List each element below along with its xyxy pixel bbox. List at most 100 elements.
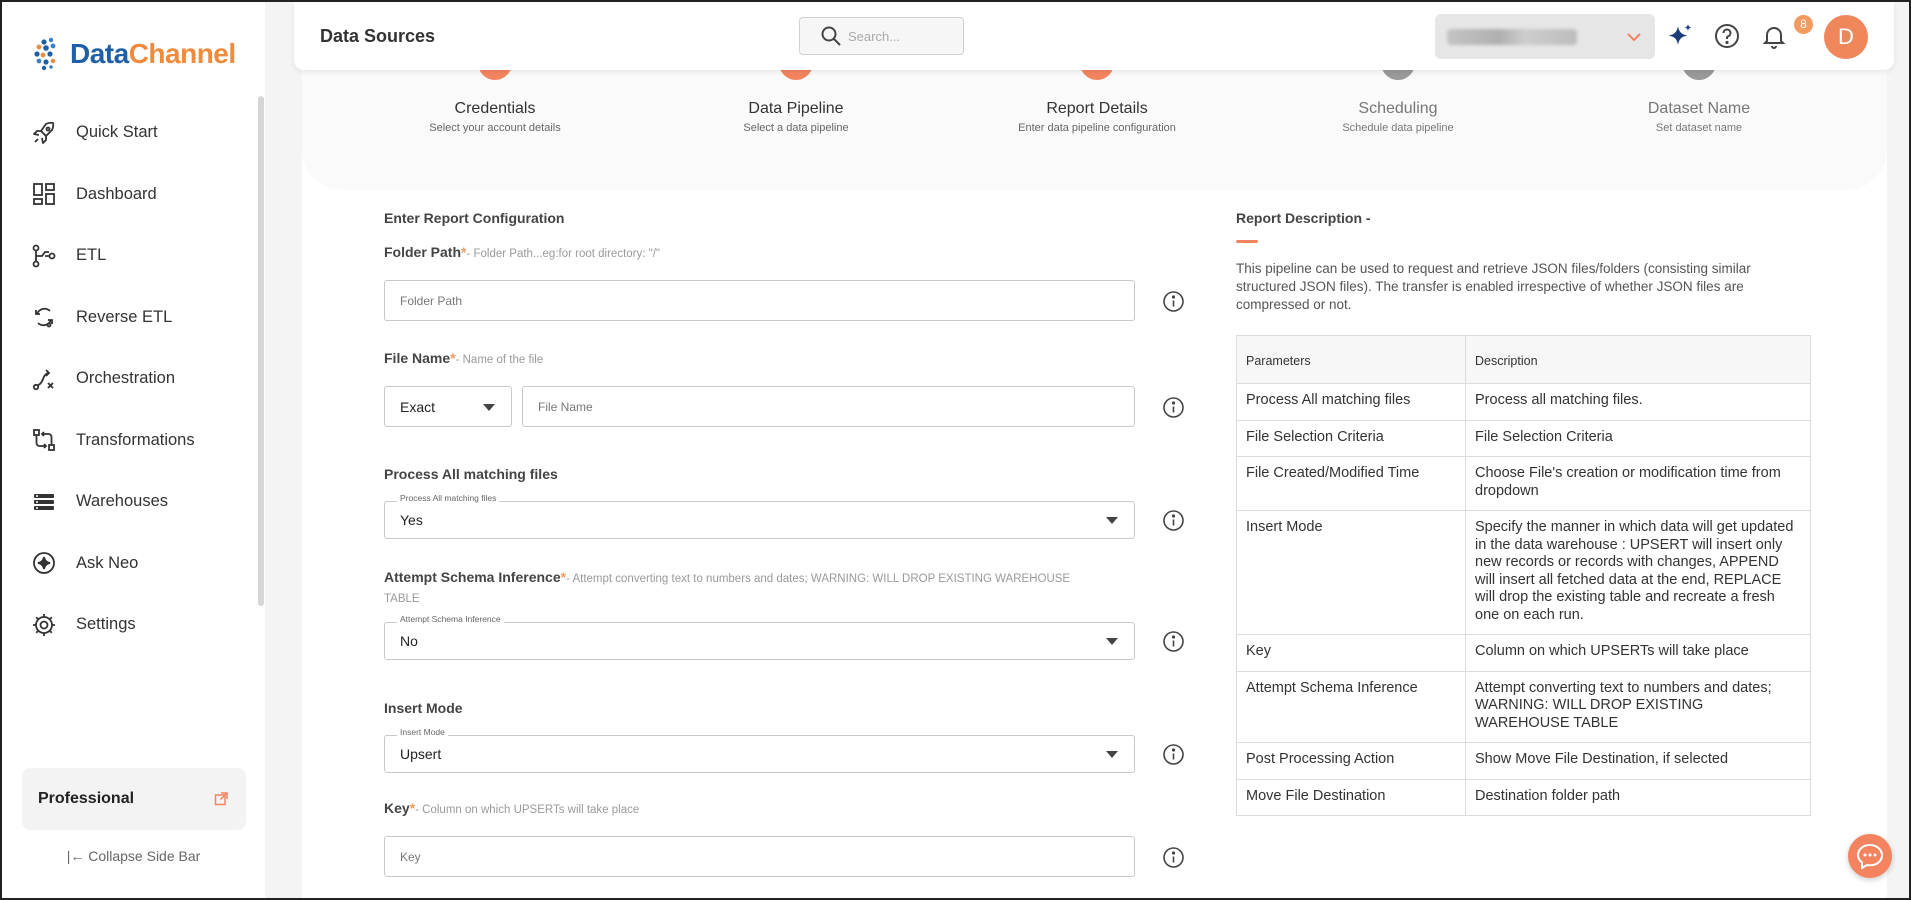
insert-mode-select[interactable]: Insert Mode Upsert (384, 727, 1135, 773)
label-text: Folder Path (384, 244, 462, 260)
sidebar-item-settings[interactable]: Settings (2, 594, 257, 656)
sidebar-item-label: Dashboard (76, 184, 157, 203)
rocket-icon (33, 121, 55, 144)
sidebar-item-label: Orchestration (76, 369, 176, 388)
param-cell: Key (1236, 634, 1466, 672)
select-value: Yes (400, 512, 423, 528)
column-header-description: Description (1465, 335, 1811, 384)
dashboard-icon (33, 183, 55, 206)
step-subtitle: Enter data pipeline configuration (1018, 122, 1176, 134)
info-icon[interactable] (1162, 630, 1185, 653)
warehouse-icon (34, 493, 54, 510)
sidebar-item-warehouses[interactable]: Warehouses (2, 471, 257, 533)
chat-bubble-icon (1856, 843, 1884, 870)
folder-path-label: Folder Path*- Folder Path...eg:for root … (384, 244, 660, 260)
step-report-details[interactable]: Report Details Enter data pipeline confi… (947, 70, 1247, 134)
step-dot (779, 70, 813, 80)
sidebar-scrollbar[interactable] (258, 96, 264, 606)
avatar[interactable]: D (1824, 15, 1868, 59)
sidebar-item-label: Ask Neo (76, 553, 139, 572)
step-title: Dataset Name (1647, 100, 1751, 117)
schema-inference-label: Attempt Schema Inference*- Attempt conve… (384, 568, 1084, 608)
key-input[interactable]: Key (384, 836, 1135, 877)
sparkle-icon (33, 552, 55, 575)
process-all-label: Process All matching files (384, 466, 558, 482)
logo-text-channel: Channel (128, 38, 236, 69)
step-subtitle: Select your account details (429, 122, 561, 134)
file-name-input[interactable]: File Name (522, 386, 1135, 427)
sidebar-item-quick-start[interactable]: Quick Start (2, 102, 257, 164)
select-value: Exact (400, 398, 436, 415)
description-title: Report Description - (1236, 210, 1371, 226)
schema-inference-select[interactable]: Attempt Schema Inference No (384, 614, 1135, 660)
info-icon[interactable] (1162, 396, 1185, 419)
chat-support-button[interactable] (1848, 834, 1892, 878)
label-hint: - Column on which UPSERTs will take plac… (415, 804, 640, 816)
info-icon[interactable] (1162, 743, 1185, 766)
float-label: Insert Mode (397, 727, 448, 737)
search-input[interactable] (848, 28, 958, 44)
step-subtitle: Schedule data pipeline (1342, 122, 1454, 134)
table-row: Post Processing Action Show Move File Des… (1236, 742, 1811, 780)
label-hint: - Name of the file (455, 354, 544, 366)
orchestration-icon (32, 369, 54, 390)
table-row: Process All matching files Process all ma… (1236, 383, 1811, 421)
info-icon[interactable] (1162, 846, 1185, 869)
caret-down-icon (1106, 751, 1118, 758)
sidebar-item-reverse-etl[interactable]: Reverse ETL (2, 287, 257, 349)
desc-cell: Show Move File Destination, if selected (1465, 742, 1811, 780)
search-box[interactable] (799, 17, 964, 55)
ai-sparkle-icon[interactable] (1666, 22, 1694, 50)
sidebar-item-etl[interactable]: ETL (2, 225, 257, 287)
caret-down-icon (1106, 517, 1118, 524)
step-title: Credentials (454, 100, 536, 117)
sidebar-item-orchestration[interactable]: Orchestration (2, 348, 257, 410)
column-header-parameters: Parameters (1236, 335, 1466, 384)
info-icon[interactable] (1162, 509, 1185, 532)
sidebar-item-ask-neo[interactable]: Ask Neo (2, 533, 257, 595)
step-scheduling[interactable]: Scheduling Schedule data pipeline (1248, 70, 1548, 134)
desc-cell: File Selection Criteria (1465, 419, 1811, 457)
param-cell: File Created/Modified Time (1236, 456, 1466, 511)
external-link-icon[interactable] (214, 792, 228, 806)
sidebar-item-label: ETL (76, 246, 107, 265)
file-match-select[interactable]: Exact (384, 386, 512, 427)
process-all-select[interactable]: Process All matching files Yes (384, 493, 1135, 539)
datachannel-logo[interactable]: DataChannel (32, 36, 236, 72)
plan-box[interactable]: Professional (22, 768, 246, 830)
stepper: Credentials Select your account details … (302, 70, 1887, 190)
account-selector[interactable] (1435, 14, 1655, 59)
step-title: Scheduling (1358, 100, 1438, 117)
table-row: File Selection Criteria File Selection Cr… (1236, 419, 1811, 457)
step-data-pipeline[interactable]: Data Pipeline Select a data pipeline (646, 70, 946, 134)
info-icon[interactable] (1162, 290, 1185, 313)
notification-badge: 8 (1794, 15, 1813, 34)
table-row: Attempt Schema Inference Attempt converti… (1236, 670, 1811, 743)
etl-icon (32, 244, 56, 268)
step-title: Data Pipeline (748, 100, 844, 117)
sidebar-item-transformations[interactable]: Transformations (2, 410, 257, 472)
step-dot (1682, 70, 1716, 80)
table-row: Key Column on which UPSERTs will take pla… (1236, 634, 1811, 672)
account-name-redacted (1447, 28, 1577, 45)
collapse-sidebar-button[interactable]: |← Collapse Side Bar (2, 848, 265, 864)
table-header-row: Parameters Description (1236, 335, 1811, 384)
sidebar-item-label: Transformations (76, 430, 195, 449)
chevron-down-icon (1627, 33, 1641, 42)
help-icon[interactable] (1713, 22, 1741, 50)
param-cell: File Selection Criteria (1236, 419, 1466, 457)
step-dataset-name[interactable]: Dataset Name Set dataset name (1549, 70, 1849, 134)
step-credentials[interactable]: Credentials Select your account details (345, 70, 645, 134)
bell-icon[interactable] (1760, 22, 1788, 50)
logo-text-data: Data (70, 38, 129, 69)
parameters-table: Parameters Description Process All match… (1236, 335, 1811, 816)
label-text: Attempt Schema Inference (384, 569, 561, 585)
table-row: File Created/Modified Time Choose File's … (1236, 456, 1811, 511)
description-text: This pipeline can be used to request and… (1236, 261, 1751, 312)
step-dot (1381, 70, 1415, 80)
title-underline (1236, 240, 1258, 243)
key-label: Key*- Column on which UPSERTs will take … (384, 800, 639, 816)
folder-path-input[interactable]: Folder Path (384, 280, 1135, 321)
table-row: Insert Mode Specify the manner in which d… (1236, 510, 1811, 635)
sidebar-item-dashboard[interactable]: Dashboard (2, 164, 257, 226)
